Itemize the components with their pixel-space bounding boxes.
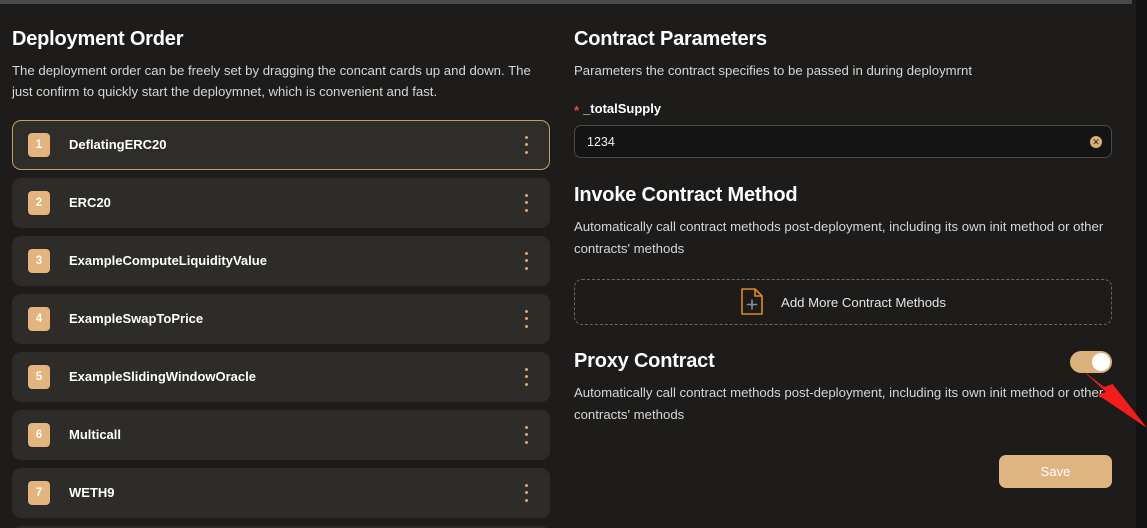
- order-badge: 5: [28, 364, 50, 389]
- contract-name: ExampleSwapToPrice: [69, 311, 204, 327]
- contract-config-panel: Contract Parameters Parameters the contr…: [562, 4, 1136, 528]
- proxy-contract-header: Proxy Contract: [574, 350, 1112, 373]
- deployment-card[interactable]: 4 ExampleSwapToPrice: [12, 293, 550, 344]
- page-root: Deployment Order The deployment order ca…: [0, 4, 1136, 528]
- deployment-card[interactable]: 2 ERC20: [12, 177, 550, 228]
- deployment-order-description: The deployment order can be freely set b…: [12, 63, 531, 100]
- total-supply-input[interactable]: [574, 125, 1112, 159]
- toggle-knob: [1092, 352, 1110, 371]
- order-badge: 1: [28, 132, 50, 157]
- document-plus-icon: [741, 288, 763, 315]
- more-vertical-icon[interactable]: [519, 192, 533, 214]
- deployment-order-list: 1 DeflatingERC20 2 ERC20 3 ExampleComput…: [12, 119, 550, 528]
- order-badge: 7: [28, 480, 50, 505]
- deployment-card[interactable]: 5 ExampleSlidingWindowOracle: [12, 351, 550, 402]
- invoke-contract-method-section: Invoke Contract Method Automatically cal…: [574, 184, 1112, 326]
- contract-name: ERC20: [69, 195, 111, 211]
- proxy-contract-title: Proxy Contract: [574, 350, 715, 373]
- deployment-card[interactable]: 7 WETH9: [12, 467, 550, 518]
- more-vertical-icon[interactable]: [519, 134, 533, 156]
- contract-parameters-description: Parameters the contract specifies to be …: [574, 63, 973, 78]
- contract-name: ExampleComputeLiquidityValue: [69, 253, 267, 269]
- more-vertical-icon[interactable]: [519, 424, 533, 446]
- total-supply-label-text: _totalSupply: [583, 101, 662, 117]
- contract-name: ExampleSlidingWindowOracle: [69, 369, 256, 385]
- right-edge-strip: [1136, 0, 1147, 528]
- contract-name: Multicall: [69, 427, 122, 443]
- more-vertical-icon[interactable]: [519, 366, 533, 388]
- page-title: Deployment Order: [12, 28, 184, 50]
- invoke-contract-method-title: Invoke Contract Method: [574, 184, 798, 207]
- more-vertical-icon[interactable]: [519, 250, 533, 272]
- order-badge: 4: [28, 306, 50, 331]
- more-vertical-icon[interactable]: [519, 308, 533, 330]
- order-badge: 2: [28, 190, 50, 215]
- order-badge: 6: [28, 422, 50, 447]
- save-button[interactable]: Save: [999, 454, 1112, 488]
- order-badge: 3: [28, 248, 50, 273]
- proxy-contract-section: Proxy Contract Automatically call contra…: [574, 350, 1112, 488]
- invoke-contract-method-description: Automatically call contract methods post…: [574, 219, 1104, 256]
- contract-name: DeflatingERC20: [69, 137, 167, 153]
- contract-parameters-title: Contract Parameters: [574, 28, 767, 50]
- clear-circle-icon[interactable]: ✕: [1090, 135, 1102, 148]
- deployment-card[interactable]: 3 ExampleComputeLiquidityValue: [12, 235, 550, 286]
- total-supply-input-wrapper: ✕: [574, 125, 1112, 159]
- proxy-contract-description: Automatically call contract methods post…: [574, 385, 1104, 422]
- save-row: Save: [574, 454, 1112, 488]
- proxy-contract-toggle[interactable]: [1070, 350, 1112, 373]
- more-vertical-icon[interactable]: [519, 482, 533, 504]
- add-contract-methods-label: Add More Contract Methods: [781, 294, 946, 310]
- required-asterisk: *: [574, 103, 580, 119]
- deployment-card[interactable]: 1 DeflatingERC20: [12, 119, 550, 170]
- contract-name: WETH9: [69, 485, 115, 501]
- total-supply-label: * _totalSupply: [574, 101, 1112, 119]
- add-contract-methods-button[interactable]: Add More Contract Methods: [574, 279, 1112, 326]
- deployment-order-panel: Deployment Order The deployment order ca…: [0, 4, 562, 528]
- deployment-card[interactable]: 6 Multicall: [12, 409, 550, 460]
